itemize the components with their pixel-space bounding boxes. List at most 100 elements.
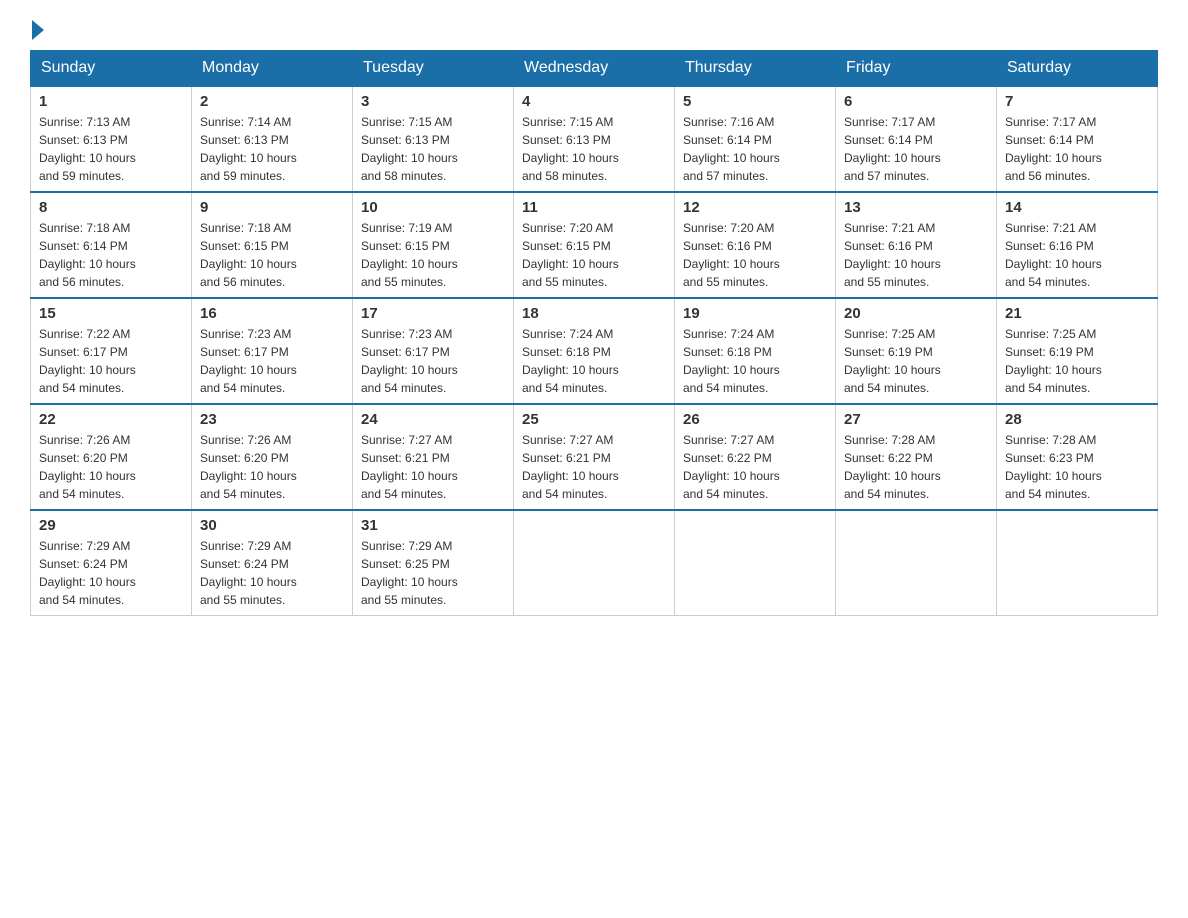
day-info: Sunrise: 7:26 AMSunset: 6:20 PMDaylight:… bbox=[200, 431, 344, 503]
weekday-header-monday: Monday bbox=[192, 51, 353, 87]
calendar-week-row: 22Sunrise: 7:26 AMSunset: 6:20 PMDayligh… bbox=[31, 404, 1158, 510]
day-info: Sunrise: 7:19 AMSunset: 6:15 PMDaylight:… bbox=[361, 219, 505, 291]
day-number: 6 bbox=[844, 93, 988, 110]
day-number: 8 bbox=[39, 199, 183, 216]
calendar-cell: 11 Sunrise: 7:20 AMSunset: 6:15 PMDayligh… bbox=[514, 192, 675, 298]
calendar-cell: 12 Sunrise: 7:20 AMSunset: 6:16 PMDayligh… bbox=[675, 192, 836, 298]
calendar-cell: 14 Sunrise: 7:21 AMSunset: 6:16 PMDayligh… bbox=[997, 192, 1158, 298]
calendar-cell: 13 Sunrise: 7:21 AMSunset: 6:16 PMDayligh… bbox=[836, 192, 997, 298]
day-number: 29 bbox=[39, 517, 183, 534]
calendar-cell: 29 Sunrise: 7:29 AMSunset: 6:24 PMDayligh… bbox=[31, 510, 192, 616]
day-info: Sunrise: 7:25 AMSunset: 6:19 PMDaylight:… bbox=[1005, 325, 1149, 397]
day-info: Sunrise: 7:13 AMSunset: 6:13 PMDaylight:… bbox=[39, 113, 183, 185]
day-number: 30 bbox=[200, 517, 344, 534]
day-info: Sunrise: 7:25 AMSunset: 6:19 PMDaylight:… bbox=[844, 325, 988, 397]
calendar-cell: 22Sunrise: 7:26 AMSunset: 6:20 PMDayligh… bbox=[31, 404, 192, 510]
day-info: Sunrise: 7:27 AMSunset: 6:22 PMDaylight:… bbox=[683, 431, 827, 503]
day-number: 13 bbox=[844, 199, 988, 216]
day-info: Sunrise: 7:15 AMSunset: 6:13 PMDaylight:… bbox=[361, 113, 505, 185]
day-number: 15 bbox=[39, 305, 183, 322]
calendar-cell bbox=[997, 510, 1158, 616]
day-info: Sunrise: 7:21 AMSunset: 6:16 PMDaylight:… bbox=[844, 219, 988, 291]
day-number: 31 bbox=[361, 517, 505, 534]
day-info: Sunrise: 7:24 AMSunset: 6:18 PMDaylight:… bbox=[522, 325, 666, 397]
day-number: 28 bbox=[1005, 411, 1149, 428]
calendar-cell: 10Sunrise: 7:19 AMSunset: 6:15 PMDayligh… bbox=[353, 192, 514, 298]
day-info: Sunrise: 7:23 AMSunset: 6:17 PMDaylight:… bbox=[200, 325, 344, 397]
logo bbox=[30, 20, 46, 40]
calendar-cell: 26 Sunrise: 7:27 AMSunset: 6:22 PMDayligh… bbox=[675, 404, 836, 510]
day-number: 2 bbox=[200, 93, 344, 110]
day-number: 20 bbox=[844, 305, 988, 322]
day-info: Sunrise: 7:15 AMSunset: 6:13 PMDaylight:… bbox=[522, 113, 666, 185]
calendar-week-row: 29 Sunrise: 7:29 AMSunset: 6:24 PMDayligh… bbox=[31, 510, 1158, 616]
weekday-header-thursday: Thursday bbox=[675, 51, 836, 87]
day-number: 21 bbox=[1005, 305, 1149, 322]
day-number: 27 bbox=[844, 411, 988, 428]
day-info: Sunrise: 7:28 AMSunset: 6:23 PMDaylight:… bbox=[1005, 431, 1149, 503]
weekday-header-wednesday: Wednesday bbox=[514, 51, 675, 87]
calendar-cell: 25Sunrise: 7:27 AMSunset: 6:21 PMDayligh… bbox=[514, 404, 675, 510]
calendar-week-row: 8 Sunrise: 7:18 AMSunset: 6:14 PMDaylight… bbox=[31, 192, 1158, 298]
calendar-cell: 9 Sunrise: 7:18 AMSunset: 6:15 PMDaylight… bbox=[192, 192, 353, 298]
day-number: 18 bbox=[522, 305, 666, 322]
day-number: 12 bbox=[683, 199, 827, 216]
day-info: Sunrise: 7:17 AMSunset: 6:14 PMDaylight:… bbox=[844, 113, 988, 185]
calendar-cell: 20 Sunrise: 7:25 AMSunset: 6:19 PMDayligh… bbox=[836, 298, 997, 404]
weekday-header-row: SundayMondayTuesdayWednesdayThursdayFrid… bbox=[31, 51, 1158, 87]
day-number: 25 bbox=[522, 411, 666, 428]
day-number: 11 bbox=[522, 199, 666, 216]
day-number: 7 bbox=[1005, 93, 1149, 110]
calendar-cell: 27 Sunrise: 7:28 AMSunset: 6:22 PMDayligh… bbox=[836, 404, 997, 510]
calendar-week-row: 1Sunrise: 7:13 AMSunset: 6:13 PMDaylight… bbox=[31, 86, 1158, 192]
day-info: Sunrise: 7:18 AMSunset: 6:15 PMDaylight:… bbox=[200, 219, 344, 291]
calendar-cell: 18 Sunrise: 7:24 AMSunset: 6:18 PMDayligh… bbox=[514, 298, 675, 404]
day-info: Sunrise: 7:26 AMSunset: 6:20 PMDaylight:… bbox=[39, 431, 183, 503]
day-info: Sunrise: 7:23 AMSunset: 6:17 PMDaylight:… bbox=[361, 325, 505, 397]
calendar-cell: 17 Sunrise: 7:23 AMSunset: 6:17 PMDayligh… bbox=[353, 298, 514, 404]
day-number: 26 bbox=[683, 411, 827, 428]
calendar-cell: 7 Sunrise: 7:17 AMSunset: 6:14 PMDaylight… bbox=[997, 86, 1158, 192]
day-number: 14 bbox=[1005, 199, 1149, 216]
calendar-cell: 15 Sunrise: 7:22 AMSunset: 6:17 PMDayligh… bbox=[31, 298, 192, 404]
calendar-cell bbox=[675, 510, 836, 616]
day-info: Sunrise: 7:14 AMSunset: 6:13 PMDaylight:… bbox=[200, 113, 344, 185]
day-info: Sunrise: 7:21 AMSunset: 6:16 PMDaylight:… bbox=[1005, 219, 1149, 291]
day-info: Sunrise: 7:17 AMSunset: 6:14 PMDaylight:… bbox=[1005, 113, 1149, 185]
calendar-cell: 21 Sunrise: 7:25 AMSunset: 6:19 PMDayligh… bbox=[997, 298, 1158, 404]
day-info: Sunrise: 7:18 AMSunset: 6:14 PMDaylight:… bbox=[39, 219, 183, 291]
day-info: Sunrise: 7:16 AMSunset: 6:14 PMDaylight:… bbox=[683, 113, 827, 185]
day-info: Sunrise: 7:20 AMSunset: 6:15 PMDaylight:… bbox=[522, 219, 666, 291]
day-number: 17 bbox=[361, 305, 505, 322]
calendar-cell bbox=[836, 510, 997, 616]
logo-arrow-icon bbox=[32, 20, 44, 40]
calendar-cell: 30 Sunrise: 7:29 AMSunset: 6:24 PMDayligh… bbox=[192, 510, 353, 616]
calendar-cell: 4 Sunrise: 7:15 AMSunset: 6:13 PMDaylight… bbox=[514, 86, 675, 192]
day-number: 19 bbox=[683, 305, 827, 322]
day-info: Sunrise: 7:29 AMSunset: 6:24 PMDaylight:… bbox=[200, 537, 344, 609]
calendar-table: SundayMondayTuesdayWednesdayThursdayFrid… bbox=[30, 50, 1158, 616]
calendar-cell: 31Sunrise: 7:29 AMSunset: 6:25 PMDayligh… bbox=[353, 510, 514, 616]
weekday-header-friday: Friday bbox=[836, 51, 997, 87]
day-info: Sunrise: 7:29 AMSunset: 6:24 PMDaylight:… bbox=[39, 537, 183, 609]
calendar-cell: 6 Sunrise: 7:17 AMSunset: 6:14 PMDaylight… bbox=[836, 86, 997, 192]
calendar-cell: 1Sunrise: 7:13 AMSunset: 6:13 PMDaylight… bbox=[31, 86, 192, 192]
day-number: 24 bbox=[361, 411, 505, 428]
calendar-cell: 19 Sunrise: 7:24 AMSunset: 6:18 PMDayligh… bbox=[675, 298, 836, 404]
day-number: 4 bbox=[522, 93, 666, 110]
calendar-week-row: 15 Sunrise: 7:22 AMSunset: 6:17 PMDayligh… bbox=[31, 298, 1158, 404]
day-info: Sunrise: 7:24 AMSunset: 6:18 PMDaylight:… bbox=[683, 325, 827, 397]
day-info: Sunrise: 7:22 AMSunset: 6:17 PMDaylight:… bbox=[39, 325, 183, 397]
day-number: 23 bbox=[200, 411, 344, 428]
calendar-cell: 5 Sunrise: 7:16 AMSunset: 6:14 PMDaylight… bbox=[675, 86, 836, 192]
day-number: 5 bbox=[683, 93, 827, 110]
day-info: Sunrise: 7:28 AMSunset: 6:22 PMDaylight:… bbox=[844, 431, 988, 503]
calendar-cell bbox=[514, 510, 675, 616]
calendar-cell: 24Sunrise: 7:27 AMSunset: 6:21 PMDayligh… bbox=[353, 404, 514, 510]
day-number: 16 bbox=[200, 305, 344, 322]
calendar-cell: 3Sunrise: 7:15 AMSunset: 6:13 PMDaylight… bbox=[353, 86, 514, 192]
calendar-cell: 23 Sunrise: 7:26 AMSunset: 6:20 PMDayligh… bbox=[192, 404, 353, 510]
day-info: Sunrise: 7:20 AMSunset: 6:16 PMDaylight:… bbox=[683, 219, 827, 291]
weekday-header-saturday: Saturday bbox=[997, 51, 1158, 87]
day-number: 9 bbox=[200, 199, 344, 216]
